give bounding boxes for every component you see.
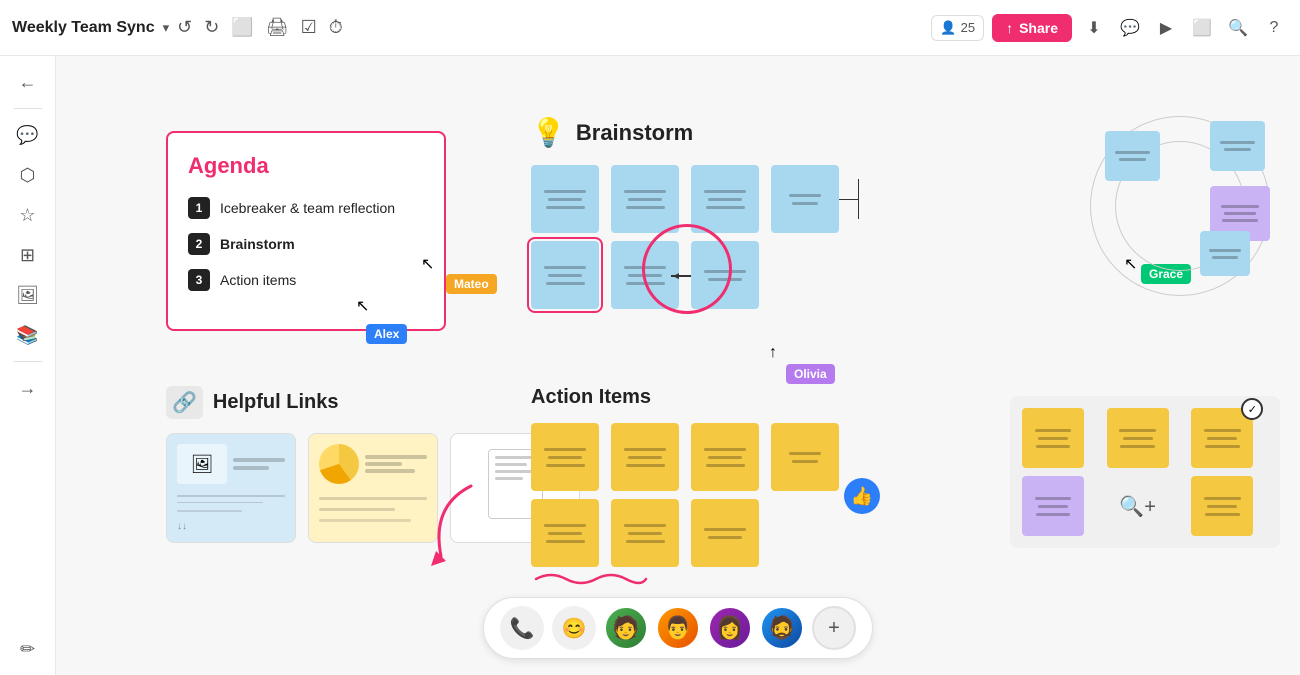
action-sticky-7[interactable] [691, 499, 759, 567]
action-sticky-5[interactable] [531, 499, 599, 567]
bottom-right-sticky-grid: ✓ 🔍+ [1022, 408, 1268, 536]
sticky-blue-3[interactable] [691, 165, 759, 233]
view-icon[interactable]: ⬜ [1188, 14, 1216, 42]
helpful-links-title: Helpful Links [213, 391, 339, 414]
sidebar-draw-icon[interactable]: ✏ [10, 631, 46, 667]
sidebar-grid-icon[interactable]: ⊞ [10, 237, 46, 273]
action-items-grid [531, 423, 843, 567]
share-icon: ↑ [1006, 20, 1013, 36]
agenda-item-1: 1 Icebreaker & team reflection [188, 197, 424, 219]
agenda-label-2: Brainstorm [220, 236, 295, 252]
emoji-icon[interactable]: 😊 [552, 606, 596, 650]
users-icon: 👤 [940, 20, 956, 36]
sticky-blue-4[interactable] [771, 165, 839, 233]
agenda-num-2: 2 [188, 233, 210, 255]
title-dropdown-icon[interactable]: ▾ [163, 20, 170, 36]
circle-diagram [1090, 116, 1270, 296]
action-items-title: Action Items [531, 386, 651, 408]
agenda-label-1: Icebreaker & team reflection [220, 200, 395, 216]
topbar-left: Weekly Team Sync ▾ ↺ ↻ ⬜ 🖨 ☑ ⏱ [12, 17, 343, 38]
links-cards: 🖼 ↓↓ [166, 433, 580, 543]
cursor-olivia: ↑ [769, 344, 785, 360]
topbar-right: 👤 25 ↑ Share ⬇ 💬 ▶ ⬜ 🔍 ? [931, 14, 1288, 42]
brs-sticky-2[interactable] [1107, 408, 1169, 468]
users-count: 25 [961, 20, 975, 35]
redo-icon[interactable]: ↻ [204, 17, 219, 38]
sticky-blue-1[interactable] [531, 165, 599, 233]
action-items-section: Action Items [531, 386, 843, 594]
bottom-participants-bar: 📞 😊 🧑 👨 👩 🧔 + [483, 597, 873, 659]
brainstorm-lightbulb-icon: 💡 [531, 116, 566, 149]
agenda-num-3: 3 [188, 269, 210, 291]
phone-icon[interactable]: 📞 [500, 606, 544, 650]
agenda-item-2: 2 Brainstorm [188, 233, 424, 255]
avatar-4[interactable]: 🧔 [760, 606, 804, 650]
present-icon[interactable]: ▶ [1152, 14, 1180, 42]
pink-arrow-annotation [411, 476, 491, 581]
avatar-3[interactable]: 👩 [708, 606, 752, 650]
pink-squiggle [531, 569, 651, 589]
action-sticky-2[interactable] [611, 423, 679, 491]
sidebar-board-icon[interactable]: ⬡ [10, 157, 46, 193]
sticky-blue-selected[interactable] [531, 241, 599, 309]
brainstorm-header: 💡 Brainstorm [531, 116, 911, 149]
action-sticky-6[interactable] [611, 499, 679, 567]
action-sticky-3[interactable] [691, 423, 759, 491]
share-label: Share [1019, 20, 1058, 36]
action-sticky-1[interactable] [531, 423, 599, 491]
sidebar-divider [14, 108, 42, 109]
thumbs-up-badge: 👍 [844, 478, 880, 514]
timer-icon[interactable]: ⏱ [329, 17, 343, 38]
print-icon[interactable]: 🖨 [266, 17, 289, 38]
cursor-label-alex: Alex [366, 324, 407, 344]
avatar-1[interactable]: 🧑 [604, 606, 648, 650]
sidebar-image-icon[interactable]: 🖼 [10, 277, 46, 313]
brainstorm-circle-annotation [642, 224, 732, 314]
agenda-label-3: Action items [220, 272, 296, 288]
agenda-card: Agenda 1 Icebreaker & team reflection 2 … [166, 131, 446, 331]
sidebar-star-icon[interactable]: ☆ [10, 197, 46, 233]
check-tool-icon[interactable]: ☑ [301, 17, 317, 38]
brs-sticky-6[interactable] [1191, 476, 1253, 536]
action-items-header: Action Items [531, 386, 843, 409]
frame-icon[interactable]: ⬜ [231, 17, 253, 38]
sidebar-comment-icon[interactable]: 💬 [10, 117, 46, 153]
sidebar-library-icon[interactable]: 📚 [10, 317, 46, 353]
sidebar: ← 💬 ⬡ ☆ ⊞ 🖼 📚 → ✏ [0, 56, 56, 675]
helpful-links-icon: 🔗 [166, 386, 203, 419]
avatar-2[interactable]: 👨 [656, 606, 700, 650]
link-card-1[interactable]: 🖼 ↓↓ [166, 433, 296, 543]
cursor-label-mateo: Mateo [446, 274, 497, 294]
agenda-num-1: 1 [188, 197, 210, 219]
brainstorm-title: Brainstorm [576, 120, 693, 146]
brs-sticky-3[interactable]: ✓ [1191, 408, 1253, 468]
zoom-in-icon[interactable]: 🔍+ [1107, 476, 1169, 536]
sidebar-back-icon[interactable]: ← [10, 64, 46, 100]
bottom-right-panel: ✓ 🔍+ [1010, 396, 1280, 548]
agenda-title: Agenda [188, 153, 424, 179]
brs-sticky-1[interactable] [1022, 408, 1084, 468]
topbar-tools: ↺ ↻ ⬜ 🖨 ☑ ⏱ [177, 17, 343, 38]
users-badge[interactable]: 👤 25 [931, 15, 984, 41]
download-icon[interactable]: ⬇ [1080, 14, 1108, 42]
add-participant-button[interactable]: + [812, 606, 856, 650]
zoom-search-icon[interactable]: 🔍 [1224, 14, 1252, 42]
helpful-links-section: 🔗 Helpful Links 🖼 [166, 386, 580, 543]
sidebar-divider-2 [14, 361, 42, 362]
share-button[interactable]: ↑ Share [992, 14, 1072, 42]
brs-sticky-4[interactable] [1022, 476, 1084, 536]
sticky-blue-2[interactable] [611, 165, 679, 233]
app-title[interactable]: Weekly Team Sync [12, 19, 155, 37]
cursor-label-olivia: Olivia [786, 364, 835, 384]
sidebar-export-icon[interactable]: → [10, 370, 46, 406]
agenda-item-3: 3 Action items [188, 269, 424, 291]
action-sticky-4[interactable] [771, 423, 839, 491]
help-icon[interactable]: ? [1260, 14, 1288, 42]
undo-icon[interactable]: ↺ [177, 17, 192, 38]
comments-icon[interactable]: 💬 [1116, 14, 1144, 42]
canvas: Agenda 1 Icebreaker & team reflection 2 … [56, 56, 1300, 675]
topbar: Weekly Team Sync ▾ ↺ ↻ ⬜ 🖨 ☑ ⏱ 👤 25 ↑ Sh… [0, 0, 1300, 56]
helpful-links-header: 🔗 Helpful Links [166, 386, 580, 419]
